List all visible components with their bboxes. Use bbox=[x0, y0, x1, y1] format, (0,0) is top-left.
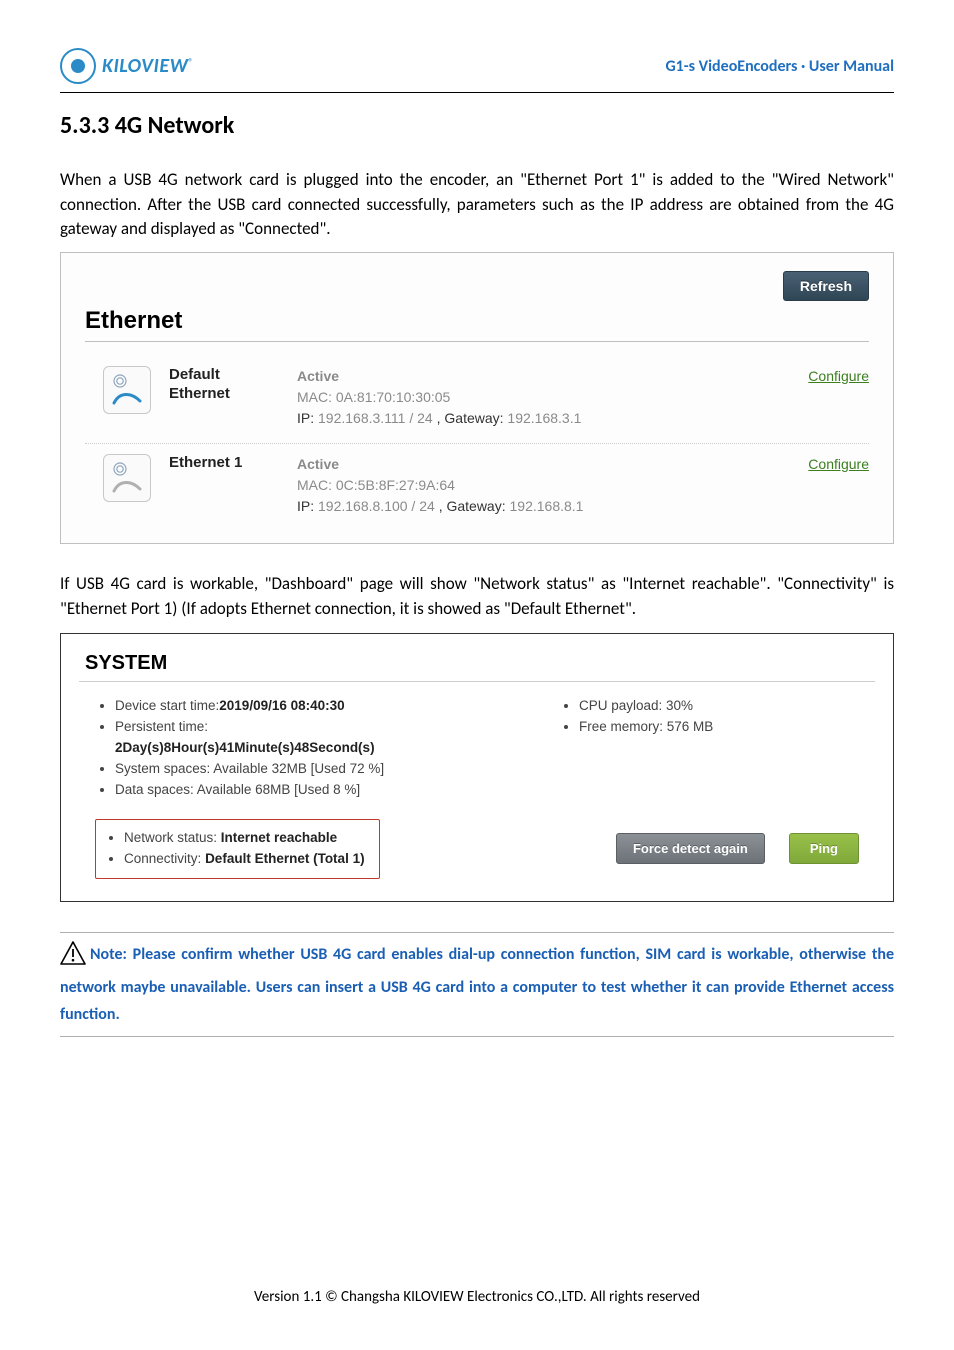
connectivity-value: Default Ethernet (Total 1) bbox=[205, 851, 365, 866]
ethernet-panel: Refresh Ethernet Default Ethernet Active… bbox=[60, 252, 894, 544]
ethernet-info: Active MAC: 0A:81:70:10:30:05 IP: 192.16… bbox=[297, 366, 790, 429]
list-item: Device start time:2019/09/16 08:40:30 bbox=[115, 696, 529, 717]
page-footer: Version 1.1 © Changsha KILOVIEW Electron… bbox=[0, 1288, 954, 1306]
gateway-label: , Gateway: bbox=[437, 410, 504, 426]
refresh-button[interactable]: Refresh bbox=[783, 271, 869, 301]
mac-label: MAC: bbox=[297, 389, 332, 405]
system-left-column: Device start time:2019/09/16 08:40:30 Pe… bbox=[95, 696, 529, 801]
list-item: CPU payload: 30% bbox=[579, 696, 859, 717]
ethernet-divider bbox=[85, 341, 869, 342]
note-text: Note: Please confirm whether USB 4G card… bbox=[60, 945, 894, 1024]
note-block: Note: Please confirm whether USB 4G card… bbox=[60, 941, 894, 1038]
gateway-label: , Gateway: bbox=[439, 498, 506, 514]
ethernet-name: Default Ethernet bbox=[169, 366, 279, 404]
start-time-value: 2019/09/16 08:40:30 bbox=[219, 698, 344, 713]
ethernet-title: Ethernet bbox=[85, 307, 869, 335]
ping-button[interactable]: Ping bbox=[789, 833, 859, 864]
ip-value: 192.168.8.100 / 24 bbox=[318, 498, 435, 514]
list-item: Connectivity: Default Ethernet (Total 1) bbox=[124, 849, 365, 870]
ethernet-info: Active MAC: 0C:5B:8F:27:9A:64 IP: 192.16… bbox=[297, 454, 790, 517]
ethernet-port-icon bbox=[103, 454, 151, 502]
network-status-label: Network status: bbox=[124, 830, 217, 845]
gateway-value: 192.168.8.1 bbox=[510, 498, 584, 514]
mac-value: 0C:5B:8F:27:9A:64 bbox=[336, 477, 455, 493]
force-detect-button[interactable]: Force detect again bbox=[616, 833, 765, 864]
system-divider bbox=[79, 681, 875, 682]
network-status-value: Internet reachable bbox=[221, 830, 337, 845]
system-panel: SYSTEM Device start time:2019/09/16 08:4… bbox=[60, 633, 894, 901]
page-header: KILOVIEW® G1-s VideoEncoders · User Manu… bbox=[60, 48, 894, 92]
note-top-divider bbox=[60, 932, 894, 933]
system-info-list: Device start time:2019/09/16 08:40:30 Pe… bbox=[95, 696, 529, 801]
ethernet-row: Ethernet 1 Active MAC: 0C:5B:8F:27:9A:64… bbox=[85, 444, 869, 531]
section-heading: 5.3.3 4G Network bbox=[60, 111, 894, 140]
header-doc-title: G1-s VideoEncoders · User Manual bbox=[665, 57, 894, 76]
brand-text: KILOVIEW® bbox=[102, 54, 193, 78]
ip-label: IP: bbox=[297, 410, 314, 426]
persistent-value: 2Day(s)8Hour(s)41Minute(s)48Second(s) bbox=[115, 740, 375, 755]
list-item: System spaces: Available 32MB [Used 72 %… bbox=[115, 759, 529, 780]
paragraph-intro: When a USB 4G network card is plugged in… bbox=[60, 168, 894, 242]
system-right-column: CPU payload: 30% Free memory: 576 MB bbox=[559, 696, 859, 801]
ethernet-port-icon bbox=[103, 366, 151, 414]
brand-logo: KILOVIEW® bbox=[60, 48, 193, 84]
system-title: SYSTEM bbox=[85, 652, 875, 675]
logo-eye-icon bbox=[60, 48, 96, 84]
start-time-label: Device start time: bbox=[115, 698, 219, 713]
ip-value: 192.168.3.111 / 24 bbox=[318, 410, 433, 426]
warning-icon bbox=[60, 941, 86, 974]
mac-value: 0A:81:70:10:30:05 bbox=[336, 389, 450, 405]
paragraph-dashboard: If USB 4G card is workable, "Dashboard" … bbox=[60, 572, 894, 621]
status-active: Active bbox=[297, 368, 339, 384]
gateway-value: 192.168.3.1 bbox=[507, 410, 581, 426]
ip-label: IP: bbox=[297, 498, 314, 514]
connectivity-label: Connectivity: bbox=[124, 851, 201, 866]
network-status-box: Network status: Internet reachable Conne… bbox=[95, 819, 380, 879]
mac-label: MAC: bbox=[297, 477, 332, 493]
configure-link[interactable]: Configure bbox=[808, 456, 869, 472]
status-active: Active bbox=[297, 456, 339, 472]
list-item: Data spaces: Available 68MB [Used 8 %] bbox=[115, 780, 529, 801]
list-item: Network status: Internet reachable bbox=[124, 828, 365, 849]
list-item: Persistent time: 2Day(s)8Hour(s)41Minute… bbox=[115, 717, 529, 759]
header-divider bbox=[60, 92, 894, 93]
network-status-list: Network status: Internet reachable Conne… bbox=[106, 828, 365, 870]
list-item: Free memory: 576 MB bbox=[579, 717, 859, 738]
ethernet-name: Ethernet 1 bbox=[169, 454, 279, 473]
configure-link[interactable]: Configure bbox=[808, 368, 869, 384]
system-metrics-list: CPU payload: 30% Free memory: 576 MB bbox=[559, 696, 859, 738]
persistent-label: Persistent time: bbox=[115, 719, 208, 734]
ethernet-row: Default Ethernet Active MAC: 0A:81:70:10… bbox=[85, 356, 869, 444]
